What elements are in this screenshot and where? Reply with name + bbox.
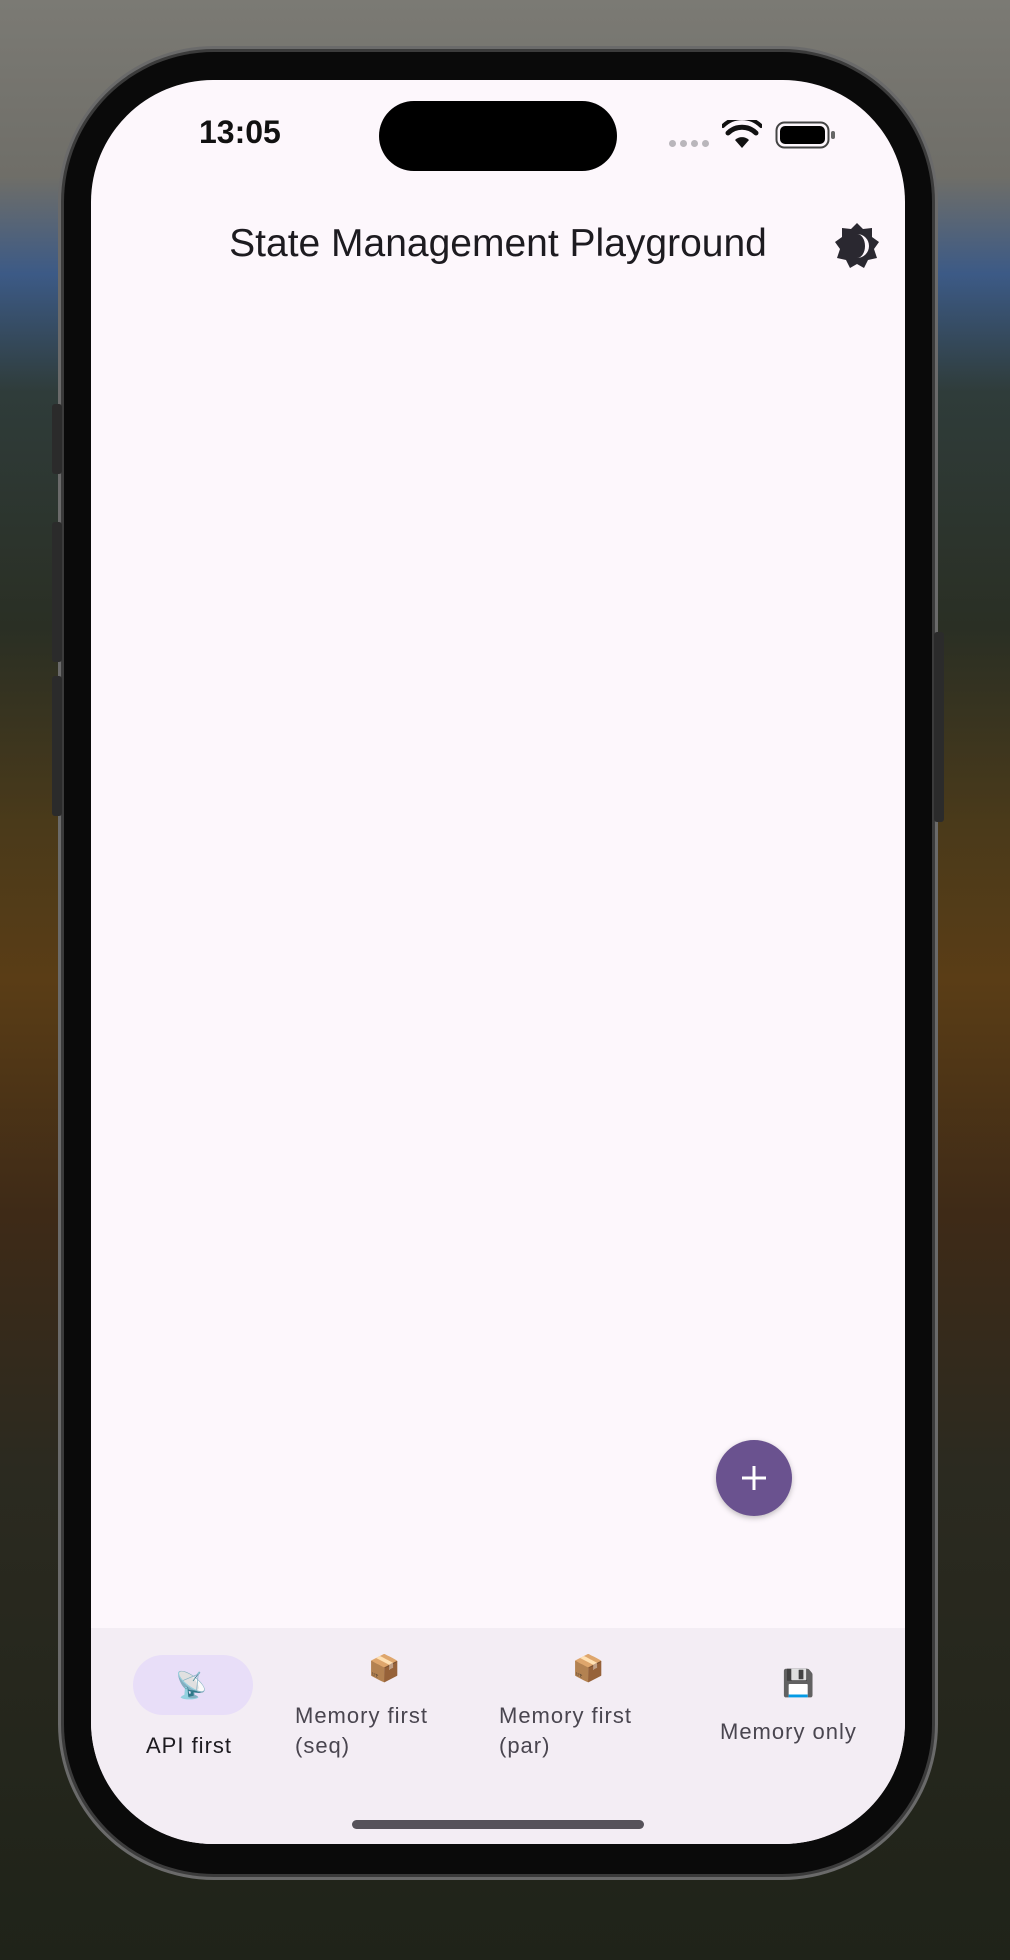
- nav-item-memory-only[interactable]: 💾 Memory only: [699, 1628, 905, 1788]
- dynamic-island: [379, 101, 617, 171]
- status-time: 13:05: [199, 114, 281, 150]
- battery-icon: [775, 121, 835, 149]
- home-indicator[interactable]: [352, 1820, 644, 1829]
- side-button-volume-up: [52, 522, 62, 662]
- side-button-mute: [52, 404, 62, 474]
- bottom-navigation-bar: 📡 API first 📦 Memory first (seq) 📦 Memor…: [91, 1628, 905, 1844]
- nav-item-api-first[interactable]: 📡 API first: [91, 1628, 291, 1788]
- wifi-icon: [722, 120, 762, 148]
- plus-icon: [742, 1466, 766, 1490]
- nav-label-memory-first-par: Memory first (par): [499, 1703, 632, 1758]
- package-icon: 📦: [368, 1653, 401, 1683]
- nav-label-memory-only: Memory only: [720, 1719, 857, 1744]
- nav-item-memory-first-par[interactable]: 📦 Memory first (par): [495, 1628, 699, 1788]
- satellite-antenna-icon: 📡: [175, 1670, 208, 1700]
- theme-toggle-button[interactable]: [831, 220, 883, 272]
- nav-label-api-first: API first: [146, 1733, 233, 1758]
- cellular-signal-icon: [669, 140, 709, 147]
- floppy-disk-icon: 💾: [782, 1668, 815, 1698]
- nav-label-memory-first-seq: Memory first (seq): [295, 1703, 428, 1758]
- side-button-volume-down: [52, 676, 62, 816]
- side-button-power: [934, 632, 944, 822]
- add-button[interactable]: [716, 1440, 792, 1516]
- app-screen: 13:05 State Management Playground 📡 API …: [91, 80, 905, 1844]
- brightness-icon: [835, 223, 879, 268]
- app-bar-title: State Management Playground: [229, 222, 767, 265]
- nav-item-memory-first-seq[interactable]: 📦 Memory first (seq): [291, 1628, 495, 1788]
- package-icon: 📦: [572, 1653, 605, 1683]
